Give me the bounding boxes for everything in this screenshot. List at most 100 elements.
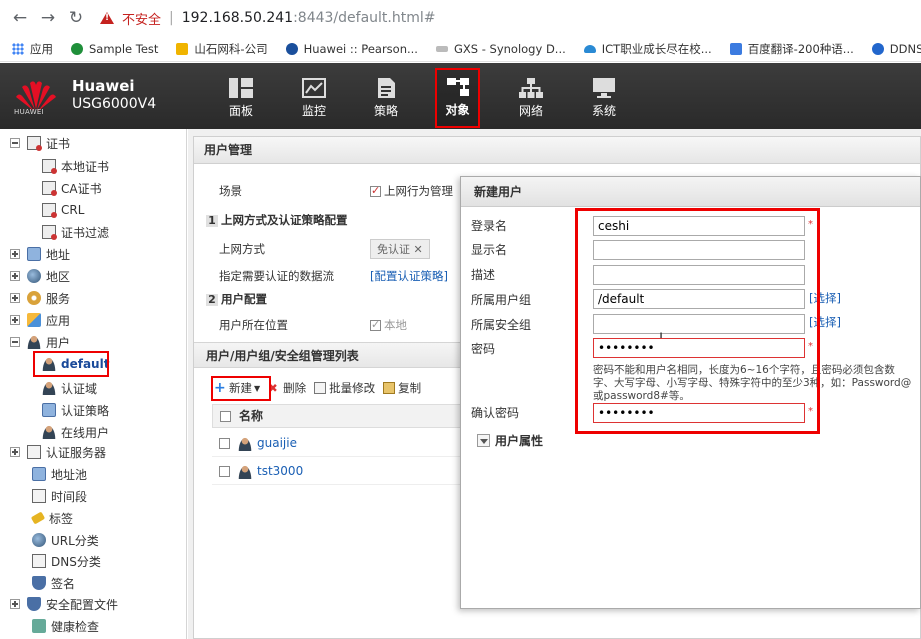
cert-filter-icon bbox=[42, 225, 57, 240]
select-all-checkbox[interactable] bbox=[220, 411, 231, 422]
collapse-icon[interactable] bbox=[10, 337, 20, 347]
signature-icon bbox=[32, 576, 46, 590]
bookmark-sample-test[interactable]: Sample Test bbox=[71, 42, 158, 56]
copy-button[interactable]: 复制 bbox=[383, 380, 421, 396]
tree-item-dns-category[interactable]: DNS分类 bbox=[32, 550, 101, 572]
tree-item-time-range[interactable]: 时间段 bbox=[32, 485, 87, 507]
tree-item-auth-policy[interactable]: 认证策略 bbox=[42, 399, 109, 421]
apps-grid-icon bbox=[12, 42, 24, 55]
section-number: 2 bbox=[206, 294, 218, 306]
tree-item-security-profile[interactable]: 安全配置文件 bbox=[10, 593, 118, 615]
tree-item-region[interactable]: 地区 bbox=[10, 265, 70, 287]
checkbox-icon[interactable] bbox=[370, 184, 381, 197]
expand-icon[interactable] bbox=[10, 293, 20, 303]
row-checkbox[interactable] bbox=[219, 438, 230, 449]
tree-item-cert-filter[interactable]: 证书过滤 bbox=[42, 221, 109, 243]
tree-item-certificate[interactable]: 证书 bbox=[10, 132, 70, 154]
bookmark-pearson[interactable]: Huawei :: Pearson... bbox=[285, 42, 418, 56]
back-icon[interactable]: ← bbox=[6, 8, 34, 28]
tree-item-auth-server[interactable]: 认证服务器 bbox=[10, 441, 106, 463]
batch-edit-button[interactable]: 批量修改 bbox=[314, 380, 375, 396]
module-label: 策略 bbox=[373, 104, 398, 118]
bookmark-hillstone[interactable]: 山石网科-公司 bbox=[176, 41, 268, 57]
configure-auth-policy-link[interactable]: [配置认证策略] bbox=[370, 268, 448, 284]
tree-label: DNS分类 bbox=[51, 554, 101, 569]
tree-item-auth-domain[interactable]: 认证域 bbox=[42, 377, 97, 399]
bookmark-ict[interactable]: ICT职业成长尽在校... bbox=[583, 41, 712, 57]
user-name[interactable]: tst3000 bbox=[257, 464, 303, 478]
bookmark-ddns[interactable]: DDNS bbox=[871, 42, 921, 56]
dashboard-icon bbox=[229, 78, 253, 98]
bookmark-baidu-translate[interactable]: 百度翻译-200种语... bbox=[729, 41, 854, 57]
remove-icon[interactable]: ✕ bbox=[414, 243, 423, 256]
tree-item-tag[interactable]: 标签 bbox=[30, 507, 74, 529]
pearson-icon bbox=[285, 42, 298, 55]
tree-item-user[interactable]: 用户 bbox=[10, 331, 70, 353]
tree-item-local-cert[interactable]: 本地证书 bbox=[42, 155, 109, 177]
bookmark-apps[interactable]: 应用 bbox=[12, 41, 53, 57]
tree-label: 证书过滤 bbox=[61, 225, 110, 240]
access-mode-value[interactable]: 免认证 ✕ bbox=[370, 239, 430, 259]
table-row[interactable]: tst3000 bbox=[212, 457, 464, 485]
folder-icon bbox=[176, 42, 189, 55]
tree-item-signature[interactable]: 签名 bbox=[32, 572, 75, 594]
scene-option[interactable]: 上网行为管理 bbox=[370, 183, 453, 199]
tree-item-ca-cert[interactable]: CA证书 bbox=[42, 177, 102, 199]
module-policy[interactable]: 策略 bbox=[360, 71, 412, 129]
navigation-tree: 证书 本地证书 CA证书 CRL 证书过滤 地址 地区 服务 应用 用户 def… bbox=[0, 129, 187, 639]
tree-label: 标签 bbox=[49, 511, 74, 526]
expand-icon[interactable] bbox=[10, 599, 20, 609]
row-checkbox[interactable] bbox=[219, 466, 230, 477]
forward-icon[interactable]: → bbox=[34, 8, 62, 28]
brand-name: Huawei bbox=[72, 77, 135, 95]
user-icon bbox=[27, 335, 41, 349]
confirm-password-label: 确认密码 bbox=[471, 406, 520, 420]
user-attributes-toggle[interactable]: 用户属性 bbox=[477, 432, 543, 449]
tree-label: 应用 bbox=[46, 313, 71, 328]
collapse-arrow-icon[interactable] bbox=[477, 434, 490, 447]
address-pool-icon bbox=[32, 467, 46, 481]
address-icon bbox=[27, 247, 41, 261]
expand-icon[interactable] bbox=[10, 249, 20, 259]
module-dashboard[interactable]: 面板 bbox=[215, 71, 267, 129]
tree-item-address-pool[interactable]: 地址池 bbox=[32, 463, 87, 485]
tree-item-address[interactable]: 地址 bbox=[10, 243, 70, 265]
service-icon bbox=[27, 291, 41, 305]
collapse-icon[interactable] bbox=[10, 138, 20, 148]
expand-icon[interactable] bbox=[10, 315, 20, 325]
copy-label: 复制 bbox=[398, 381, 422, 395]
user-name[interactable]: guaijie bbox=[257, 436, 297, 450]
security-indicator[interactable]: 不安全 bbox=[100, 9, 161, 28]
url-field[interactable]: 192.168.50.241:8443/default.html# bbox=[182, 10, 436, 26]
online-user-icon bbox=[42, 425, 56, 439]
url-path: :8443/default.html# bbox=[293, 10, 436, 26]
module-monitor[interactable]: 监控 bbox=[288, 71, 340, 129]
bookmark-synology[interactable]: GXS - Synology D... bbox=[435, 42, 566, 56]
module-system[interactable]: 系统 bbox=[578, 71, 630, 129]
tree-item-health-check[interactable]: 健康检查 bbox=[32, 615, 99, 637]
expand-icon[interactable] bbox=[10, 271, 20, 281]
user-location-value[interactable]: 本地 bbox=[370, 317, 407, 333]
bookmark-label: 百度翻译-200种语... bbox=[747, 41, 854, 56]
delete-button[interactable]: ✖ 删除 bbox=[268, 380, 306, 396]
user-group-label: 所属用户组 bbox=[471, 293, 532, 307]
security-group-label: 所属安全组 bbox=[471, 318, 532, 332]
checkbox-icon[interactable] bbox=[370, 318, 381, 331]
translate-icon bbox=[729, 42, 742, 55]
login-name-label: 登录名 bbox=[471, 219, 508, 233]
crl-icon bbox=[42, 203, 57, 218]
table-row[interactable]: guaijie bbox=[212, 429, 464, 457]
section-1-heading: 1 上网方式及认证策略配置 bbox=[206, 212, 348, 228]
tree-item-url-category[interactable]: URL分类 bbox=[32, 529, 99, 551]
delete-label: 删除 bbox=[283, 381, 307, 395]
user-icon bbox=[238, 436, 252, 451]
tree-item-online-user[interactable]: 在线用户 bbox=[42, 421, 109, 443]
expand-icon[interactable] bbox=[10, 447, 20, 457]
reload-icon[interactable]: ↻ bbox=[62, 8, 90, 28]
tree-item-service[interactable]: 服务 bbox=[10, 287, 70, 309]
module-network[interactable]: 网络 bbox=[505, 71, 557, 129]
tree-item-crl[interactable]: CRL bbox=[42, 199, 84, 221]
tree-item-application[interactable]: 应用 bbox=[10, 309, 70, 331]
module-object[interactable]: 对象 bbox=[435, 68, 480, 128]
local-cert-icon bbox=[42, 159, 57, 174]
